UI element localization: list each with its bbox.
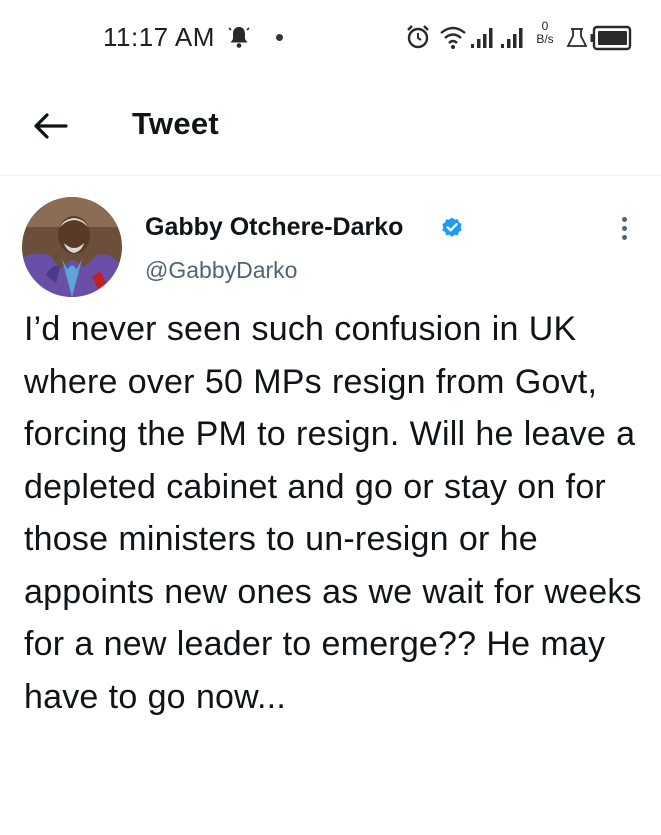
status-dot [276,34,283,41]
author-handle[interactable]: @GabbyDarko [145,257,297,284]
flask-icon [566,28,588,47]
signal-icon [501,28,523,48]
tweet-detail: Gabby Otchere-Darko @GabbyDarko I’d neve… [0,177,661,835]
author-name[interactable]: Gabby Otchere-Darko [145,213,403,242]
battery-icon [590,25,632,51]
page-title: Tweet [132,106,220,141]
verified-badge-icon [442,217,462,237]
more-options-icon[interactable] [613,215,635,243]
top-app-bar: Tweet [0,72,661,176]
notification-bell-icon [228,27,250,48]
status-bar: 11:17 AM 0 B/s [0,0,661,72]
alarm-icon [407,25,429,49]
tweet-text: I’d never seen such confusion in UK wher… [24,310,642,716]
net-speed: 0 B/s [531,20,559,46]
net-speed-unit: B/s [536,32,554,46]
signal-icon [471,28,493,48]
avatar-image [22,197,122,297]
avatar[interactable] [22,197,122,297]
status-time: 11:17 AM [103,22,215,52]
arrow-left-icon[interactable] [30,106,70,146]
wifi-icon [440,26,466,49]
